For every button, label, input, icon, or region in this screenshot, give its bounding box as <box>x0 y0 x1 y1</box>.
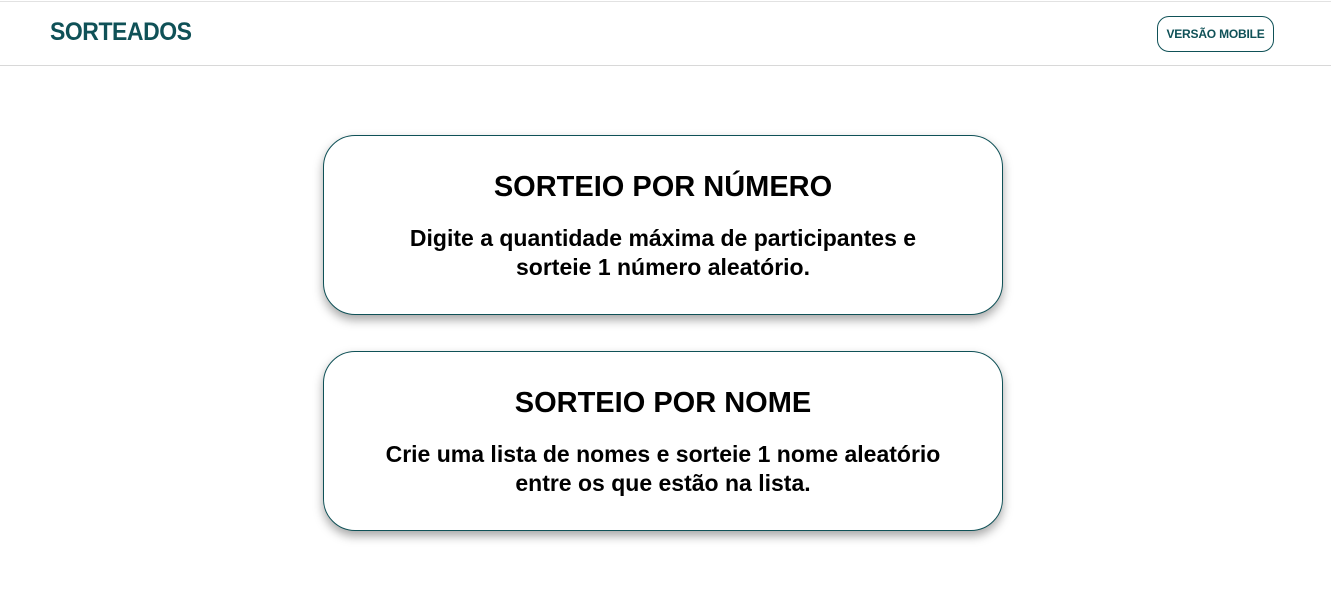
top-header: SORTEADOS VERSÃO MOBILE <box>0 1 1331 66</box>
name-draw-desc-line-2: entre os que estão na lista. <box>515 470 811 496</box>
name-draw-title: SORTEIO POR NOME <box>514 387 812 419</box>
number-draw-desc-line-2: sorteie 1 número aleatório. <box>516 254 810 280</box>
number-draw-card[interactable]: SORTEIO POR NÚMERO Digite a quantidade m… <box>323 135 1003 315</box>
number-draw-desc-line-1: Digite a quantidade máxima de participan… <box>409 225 917 251</box>
number-draw-title: SORTEIO POR NÚMERO <box>493 171 833 203</box>
number-draw-description: Digite a quantidade máxima de participan… <box>324 224 1002 282</box>
name-draw-desc-line-1: Crie uma lista de nomes e sorteie 1 nome… <box>385 441 941 467</box>
name-draw-card[interactable]: SORTEIO POR NOME Crie uma lista de nomes… <box>323 351 1003 531</box>
site-logo[interactable]: SORTEADOS <box>50 18 192 47</box>
name-draw-description: Crie uma lista de nomes e sorteie 1 nome… <box>324 440 1002 498</box>
mobile-version-button[interactable]: VERSÃO MOBILE <box>1157 16 1274 52</box>
